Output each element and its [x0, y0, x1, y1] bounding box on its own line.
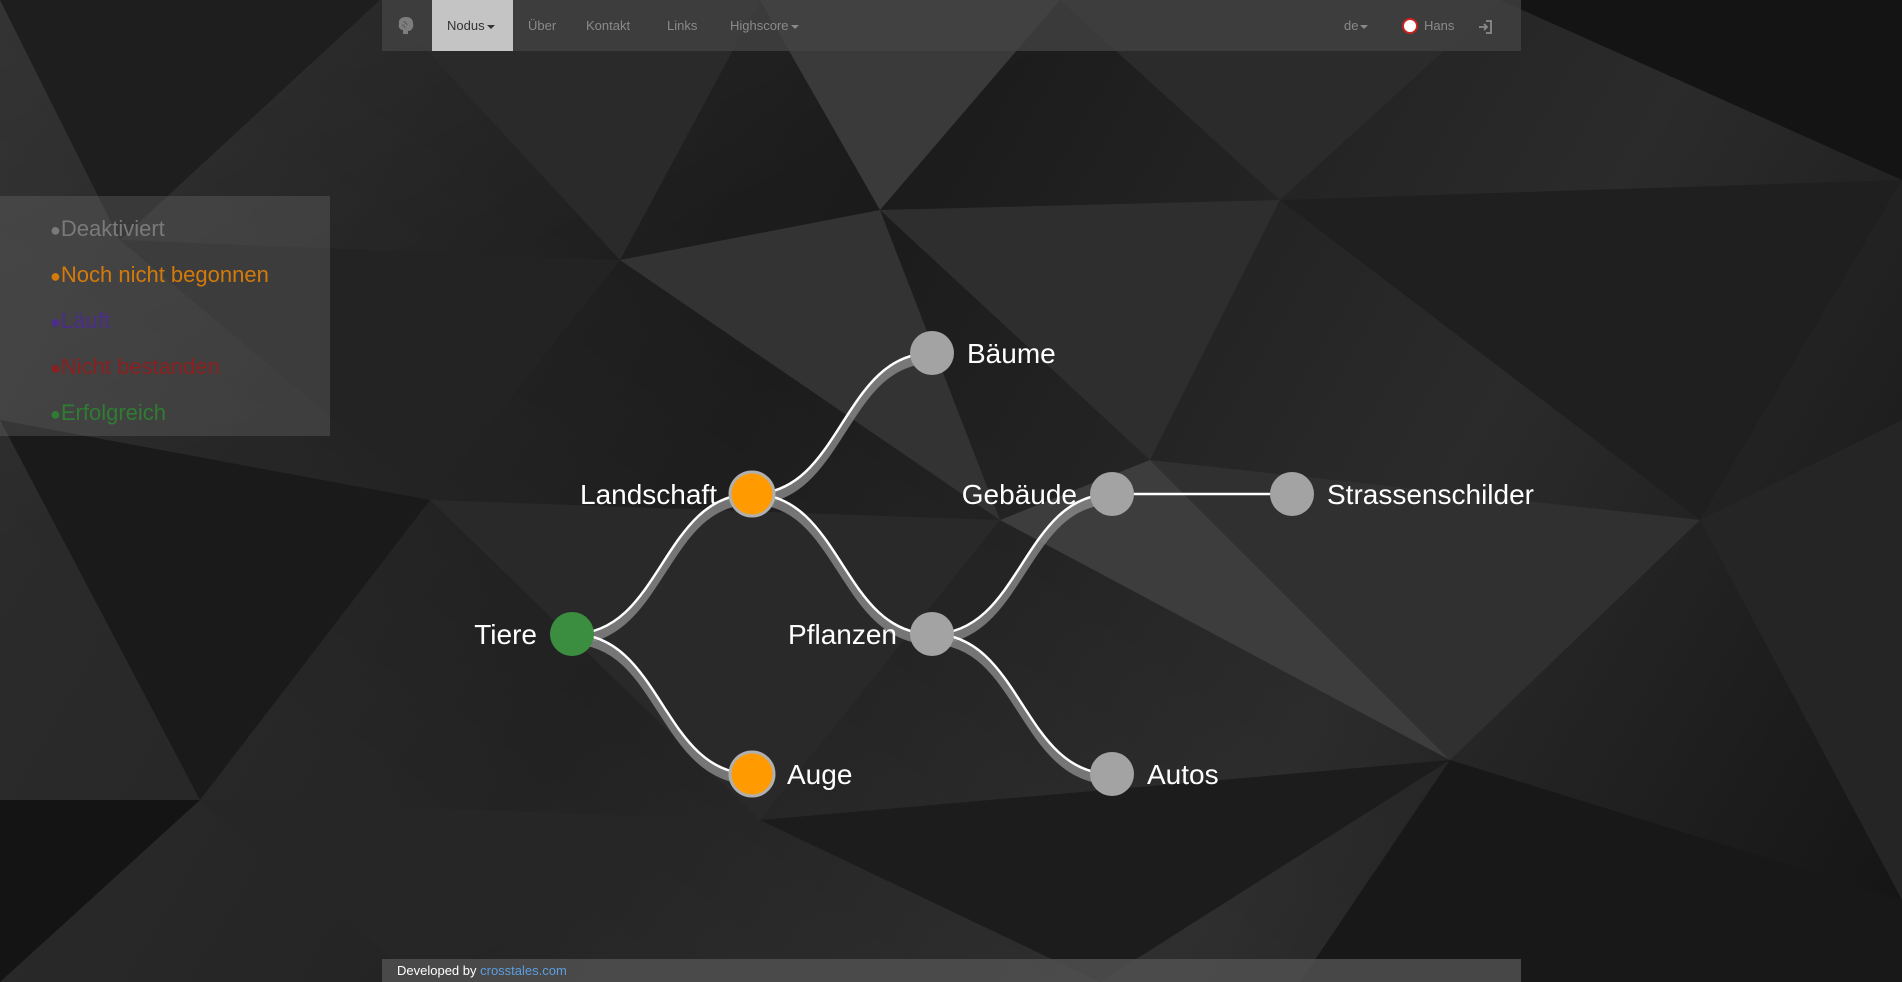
- graph-nodes: Tiere Landschaft Auge Bäume Pflanzen Gebäude A…: [474, 331, 1534, 798]
- node-label: Bäume: [967, 338, 1056, 369]
- graph-edges: [571, 351, 1292, 785]
- edge-tiere-auge: [571, 632, 753, 776]
- node-label: Pflanzen: [788, 619, 897, 650]
- footer-text: Developed by crosstales.com: [397, 959, 567, 982]
- edge-shadow: [571, 635, 753, 785]
- node-circle[interactable]: [910, 612, 954, 656]
- footer: Developed by crosstales.com: [382, 959, 1521, 982]
- footer-prefix: Developed by: [397, 963, 477, 978]
- edge-shadow: [751, 354, 933, 505]
- skill-tree-graph: Tiere Landschaft Auge Bäume Pflanzen Gebäude A…: [474, 331, 1534, 798]
- node-label: Gebäude: [962, 479, 1077, 510]
- node-label: Landschaft: [580, 479, 717, 510]
- node-circle[interactable]: [550, 612, 594, 656]
- node-gebaeude[interactable]: Gebäude: [962, 472, 1134, 516]
- edge-shadow: [571, 495, 753, 645]
- node-landschaft[interactable]: Landschaft: [580, 470, 776, 518]
- node-circle[interactable]: [728, 470, 776, 518]
- node-label: Autos: [1147, 759, 1219, 790]
- edge-pflanzen-autos: [931, 632, 1113, 776]
- edge-landschaft-pflanzen: [751, 492, 933, 636]
- node-auge[interactable]: Auge: [728, 750, 852, 798]
- node-circle[interactable]: [1270, 472, 1314, 516]
- edge-pflanzen-gebaeude: [931, 492, 1113, 636]
- edge-tiere-landschaft: [571, 492, 753, 636]
- node-label: Auge: [787, 759, 852, 790]
- edge-landschaft-baeume: [751, 351, 933, 496]
- node-label: Tiere: [474, 619, 537, 650]
- node-circle[interactable]: [728, 750, 776, 798]
- node-strassenschilder[interactable]: Strassenschilder: [1270, 472, 1534, 516]
- node-autos[interactable]: Autos: [1090, 752, 1219, 796]
- node-circle[interactable]: [1090, 752, 1134, 796]
- node-circle[interactable]: [910, 331, 954, 375]
- edge-shadow: [931, 635, 1113, 785]
- node-circle[interactable]: [1090, 472, 1134, 516]
- node-pflanzen[interactable]: Pflanzen: [788, 612, 954, 656]
- node-tiere[interactable]: Tiere: [474, 612, 594, 656]
- node-label: Strassenschilder: [1327, 479, 1534, 510]
- node-baeume[interactable]: Bäume: [910, 331, 1056, 375]
- edge-shadow: [931, 495, 1113, 645]
- footer-link[interactable]: crosstales.com: [480, 963, 567, 978]
